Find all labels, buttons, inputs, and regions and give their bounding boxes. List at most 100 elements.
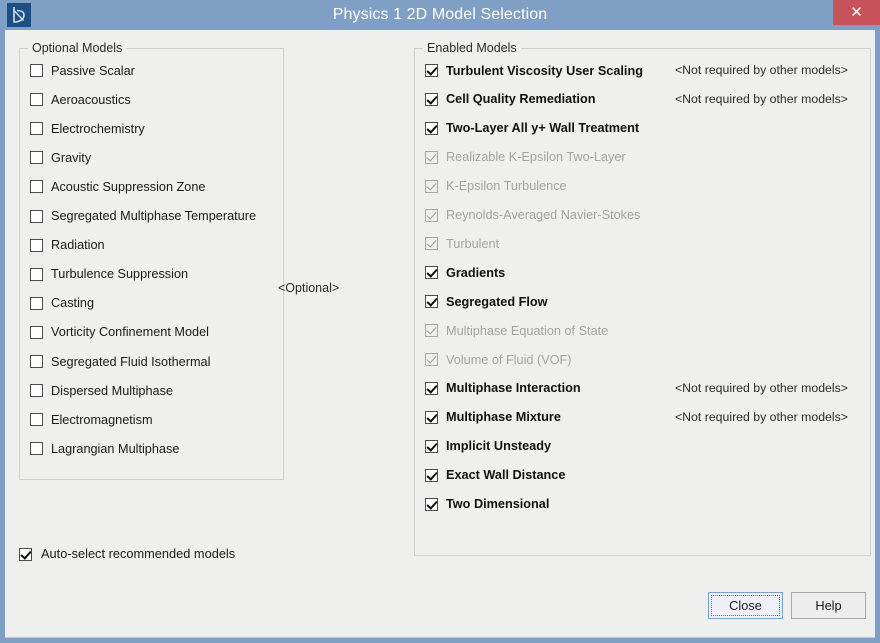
- optional-model-checkbox[interactable]: [30, 180, 43, 194]
- enabled-model-checkbox[interactable]: [425, 295, 438, 309]
- optional-model-row[interactable]: Segregated Fluid Isothermal: [30, 351, 210, 372]
- enabled-model-row[interactable]: Implicit Unsteady: [425, 436, 551, 457]
- optional-model-label: Segregated Fluid Isothermal: [51, 354, 211, 369]
- enabled-model-label: Two-Layer All y+ Wall Treatment: [446, 121, 640, 136]
- enabled-model-label: Turbulent: [446, 236, 500, 251]
- enabled-model-row[interactable]: Exact Wall Distance: [425, 465, 565, 486]
- optional-model-row[interactable]: Electromagnetism: [30, 409, 153, 430]
- optional-model-row[interactable]: Lagrangian Multiphase: [30, 438, 179, 459]
- optional-model-checkbox[interactable]: [30, 384, 43, 398]
- enabled-model-row[interactable]: Turbulent Viscosity User Scaling: [425, 60, 643, 81]
- optional-model-checkbox[interactable]: [30, 413, 43, 427]
- enabled-models-legend: Enabled Models: [423, 41, 521, 55]
- enabled-model-row[interactable]: Gradients: [425, 262, 505, 283]
- close-button[interactable]: Close: [708, 592, 783, 619]
- enabled-model-label: Reynolds-Averaged Navier-Stokes: [446, 208, 641, 222]
- auto-select-label: Auto-select recommended models: [41, 546, 236, 561]
- enabled-model-label: Implicit Unsteady: [446, 439, 552, 454]
- enabled-model-label: Volume of Fluid (VOF): [446, 352, 572, 367]
- enabled-model-label: Multiphase Interaction: [446, 381, 581, 396]
- optional-model-label: Vorticity Confinement Model: [51, 325, 209, 340]
- optional-model-label: Electrochemistry: [51, 121, 145, 136]
- optional-model-label: Casting: [51, 296, 95, 311]
- title-bar: Physics 1 2D Model Selection ✕: [0, 0, 880, 30]
- enabled-model-row[interactable]: Cell Quality Remediation: [425, 89, 595, 110]
- enabled-model-checkbox: [425, 208, 438, 222]
- enabled-models-group: Enabled Models Turbulent Viscosity User …: [414, 41, 871, 556]
- enabled-model-label: Segregated Flow: [446, 294, 548, 309]
- optional-model-row[interactable]: Casting: [30, 293, 94, 314]
- optional-model-row[interactable]: Vorticity Confinement Model: [30, 322, 209, 343]
- optional-model-row[interactable]: Segregated Multiphase Temperature: [30, 206, 256, 227]
- enabled-model-row[interactable]: Multiphase Interaction: [425, 378, 581, 399]
- optional-model-row[interactable]: Acoustic Suppression Zone: [30, 176, 205, 197]
- auto-select-checkbox[interactable]: [19, 547, 32, 561]
- enabled-model-checkbox[interactable]: [425, 92, 438, 106]
- optional-model-checkbox[interactable]: [30, 93, 43, 107]
- optional-model-checkbox[interactable]: [30, 325, 43, 339]
- enabled-model-checkbox: [425, 353, 438, 366]
- enabled-model-row: Reynolds-Averaged Navier-Stokes: [425, 205, 640, 226]
- enabled-model-checkbox[interactable]: [425, 497, 438, 511]
- optional-models-group: Optional Models Passive Scalar Aeroacoust…: [19, 41, 284, 480]
- optional-model-row[interactable]: Aeroacoustics: [30, 89, 131, 110]
- enabled-model-checkbox: [425, 237, 438, 251]
- optional-model-row[interactable]: Passive Scalar: [30, 60, 135, 81]
- enabled-model-requirement-note: <Not required by other models>: [675, 63, 848, 77]
- enabled-model-checkbox[interactable]: [425, 121, 438, 135]
- enabled-model-row: Realizable K-Epsilon Two-Layer: [425, 147, 626, 168]
- dialog-client-area: Optional Models Passive Scalar Aeroacoust…: [5, 30, 875, 638]
- enabled-model-label: K-Epsilon Turbulence: [446, 179, 567, 194]
- auto-select-recommended-models-row[interactable]: Auto-select recommended models: [19, 544, 235, 564]
- enabled-model-checkbox[interactable]: [425, 468, 438, 482]
- enabled-model-checkbox[interactable]: [425, 266, 438, 280]
- enabled-model-checkbox[interactable]: [425, 439, 438, 453]
- optional-model-checkbox[interactable]: [30, 64, 43, 77]
- enabled-model-row: Volume of Fluid (VOF): [425, 349, 572, 370]
- optional-model-row[interactable]: Radiation: [30, 235, 105, 256]
- optional-model-label: Aeroacoustics: [51, 92, 131, 107]
- optional-model-checkbox[interactable]: [30, 151, 43, 165]
- enabled-model-requirement-note: <Not required by other models>: [675, 380, 848, 395]
- optional-model-label: Radiation: [51, 238, 105, 253]
- optional-model-label: Acoustic Suppression Zone: [51, 179, 206, 194]
- enabled-model-label: Realizable K-Epsilon Two-Layer: [446, 150, 626, 165]
- optional-model-row[interactable]: Gravity: [30, 147, 91, 168]
- help-button[interactable]: Help: [791, 592, 866, 619]
- dialog-window: Physics 1 2D Model Selection ✕ Optional …: [0, 0, 880, 643]
- optional-model-row[interactable]: Electrochemistry: [30, 118, 145, 139]
- enabled-model-row: Turbulent: [425, 233, 499, 254]
- enabled-model-requirement-note: <Not required by other models>: [675, 409, 848, 424]
- enabled-model-requirement-note: <Not required by other models>: [675, 91, 848, 106]
- enabled-model-checkbox[interactable]: [425, 381, 438, 395]
- close-icon[interactable]: ✕: [833, 0, 880, 25]
- enabled-model-row[interactable]: Segregated Flow: [425, 291, 548, 312]
- enabled-model-checkbox[interactable]: [425, 410, 438, 424]
- enabled-model-checkbox[interactable]: [425, 64, 438, 77]
- optional-model-label: Passive Scalar: [51, 63, 135, 78]
- optional-model-row[interactable]: Dispersed Multiphase: [30, 380, 173, 401]
- window-title: Physics 1 2D Model Selection: [332, 6, 548, 23]
- enabled-model-label: Turbulent Viscosity User Scaling: [446, 63, 643, 78]
- optional-model-checkbox[interactable]: [30, 209, 43, 223]
- optional-model-label: Lagrangian Multiphase: [51, 441, 180, 456]
- optional-model-checkbox[interactable]: [30, 267, 43, 281]
- optional-model-row[interactable]: Turbulence Suppression: [30, 264, 188, 285]
- optional-model-checkbox[interactable]: [30, 355, 43, 368]
- enabled-model-row[interactable]: Two Dimensional: [425, 494, 549, 515]
- optional-model-checkbox[interactable]: [30, 238, 43, 252]
- enabled-model-label: Gradients: [446, 265, 506, 280]
- optional-model-label: Gravity: [51, 150, 92, 165]
- optional-model-label: Segregated Multiphase Temperature: [51, 209, 257, 223]
- optional-model-label: Electromagnetism: [51, 412, 153, 427]
- close-glyph: ✕: [850, 4, 863, 21]
- enabled-model-checkbox: [425, 150, 438, 164]
- enabled-model-row[interactable]: Two-Layer All y+ Wall Treatment: [425, 118, 639, 139]
- optional-models-legend: Optional Models: [28, 41, 127, 55]
- optional-model-checkbox[interactable]: [30, 442, 43, 456]
- enabled-model-row[interactable]: Multiphase Mixture: [425, 407, 561, 428]
- enabled-model-label: Two Dimensional: [446, 497, 550, 511]
- optional-model-checkbox[interactable]: [30, 122, 43, 136]
- optional-model-checkbox[interactable]: [30, 296, 43, 310]
- enabled-model-label: Cell Quality Remediation: [446, 92, 596, 107]
